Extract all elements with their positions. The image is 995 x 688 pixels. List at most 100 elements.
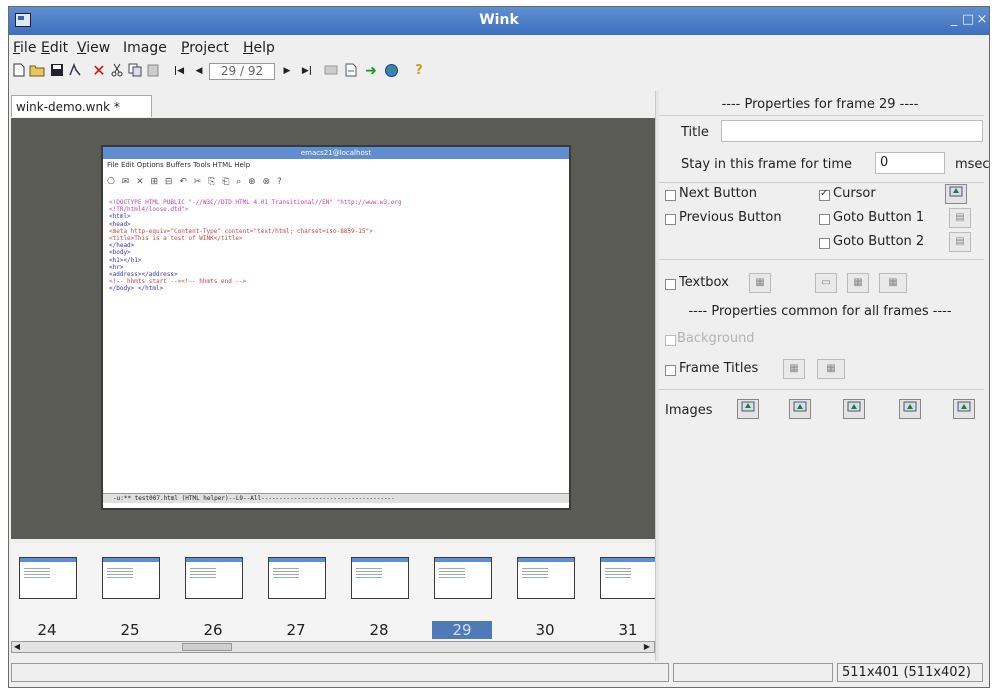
frame-number[interactable]: 28	[349, 621, 409, 639]
code-line: <!-- hhmts start --><!-- hhmts end -->	[109, 278, 247, 286]
toolbar: ✕ |◀ ◀ 29 / 92 ▶ ▶| ➜ ?	[9, 61, 989, 83]
scroll-right-arrow-icon[interactable]: ▶	[642, 642, 652, 652]
code-line: <!TR/html4/loose.dtd">	[109, 206, 189, 214]
captured-screen[interactable]: emacs21@localhost File Edit Options Buff…	[101, 145, 571, 510]
images-move-icon[interactable]	[843, 399, 865, 419]
new-file-icon[interactable]	[11, 63, 27, 79]
captured-toolbar: ⎔ ✉ ✕ ⊞ ⊟ ↶ ✂ ⎘ ⎗ ⌕ ⊕ ⊗ ?	[107, 177, 284, 187]
frame-number[interactable]: 29	[432, 621, 492, 639]
textbox-fill-icon[interactable]: ▦	[847, 273, 869, 293]
delete-icon[interactable]: ✕	[91, 63, 107, 79]
frame-number[interactable]: 27	[266, 621, 326, 639]
textbox-shape-icon[interactable]: ▭	[815, 273, 837, 293]
save-as-icon[interactable]	[67, 62, 83, 79]
tab-wink-demo[interactable]: wink-demo.wnk *	[11, 95, 152, 117]
title-input[interactable]	[721, 120, 983, 142]
menu-help-label: elp	[253, 40, 275, 56]
goto-button-2-checkbox[interactable]	[819, 238, 830, 249]
frame-titles-style-icon[interactable]: ▦	[817, 359, 845, 379]
last-frame-icon[interactable]: ▶|	[299, 63, 315, 79]
menu-view-label: iew	[86, 40, 111, 56]
frame-thumbnail[interactable]	[268, 557, 326, 599]
code-line: <title>This is a test of WINK</title>	[109, 235, 243, 243]
frame-thumbnail[interactable]	[102, 557, 160, 599]
menu-file[interactable]: File	[13, 40, 36, 56]
frame-number[interactable]: 26	[183, 621, 243, 639]
filmstrip-scrollbar[interactable]: ◀ ▶	[11, 641, 655, 653]
status-middle	[673, 663, 833, 682]
goto-1-image-icon[interactable]: ▤	[949, 208, 971, 228]
browser-globe-icon[interactable]	[383, 63, 399, 79]
menu-edit[interactable]: Edit	[41, 40, 68, 56]
menu-image[interactable]: Image	[123, 40, 167, 56]
stay-time-input[interactable]: 0	[875, 152, 945, 174]
images-label: Images	[665, 403, 713, 418]
textbox-color-icon[interactable]: ▦	[749, 273, 771, 293]
menu-view-mnemonic: V	[77, 40, 87, 56]
frame-number[interactable]: 25	[100, 621, 160, 639]
code-line: <h1></h1>	[109, 256, 142, 264]
open-folder-icon[interactable]	[29, 63, 45, 79]
scrollbar-thumb[interactable]	[182, 643, 232, 651]
minimize-button[interactable]: _	[947, 12, 961, 28]
pane-divider[interactable]	[655, 91, 659, 661]
menu-view[interactable]: View	[77, 40, 110, 56]
frame-number[interactable]: 31	[598, 621, 658, 639]
images-edit-icon[interactable]	[789, 399, 811, 419]
menu-file-label: ile	[20, 40, 37, 56]
code-line: <address></address>	[109, 271, 178, 279]
frame-thumbnail[interactable]	[185, 557, 243, 599]
goto-button-2-label: Goto Button 2	[833, 234, 925, 249]
export-page-icon[interactable]	[343, 63, 359, 79]
textbox-border-icon[interactable]: ▦	[879, 273, 907, 293]
images-copy-icon[interactable]	[899, 399, 921, 419]
frame-grid-icon[interactable]	[323, 63, 339, 79]
frame-number[interactable]: 24	[17, 621, 77, 639]
menu-image-label: Image	[123, 40, 167, 56]
common-properties-header: ---- Properties common for all frames --…	[688, 304, 952, 319]
frame-thumbnail[interactable]	[434, 557, 492, 599]
frame-titles-color-icon[interactable]: ▦	[783, 359, 805, 379]
copy-icon[interactable]	[127, 63, 143, 79]
cut-icon[interactable]	[109, 63, 125, 79]
paste-icon[interactable]	[145, 63, 161, 79]
status-bar: 511x401 (511x402)	[11, 663, 987, 683]
goto-button-1-checkbox[interactable]	[819, 214, 830, 225]
maximize-button[interactable]: □	[961, 12, 975, 28]
previous-frame-icon[interactable]: ◀	[191, 63, 207, 79]
status-message	[11, 663, 669, 682]
first-frame-icon[interactable]: |◀	[171, 63, 187, 79]
cursor-image-icon[interactable]	[945, 184, 967, 204]
cursor-checkbox[interactable]	[819, 188, 830, 201]
frame-thumbnail[interactable]	[19, 557, 77, 599]
cursor-label: Cursor	[833, 186, 876, 201]
render-arrow-icon[interactable]: ➜	[363, 63, 379, 79]
frame-counter[interactable]: 29 / 92	[209, 63, 275, 80]
captured-menu: File Edit Options Buffers Tools HTML Hel…	[107, 161, 251, 169]
images-add-icon[interactable]	[737, 399, 759, 419]
frame-number[interactable]: 30	[515, 621, 575, 639]
previous-button-checkbox[interactable]	[665, 214, 676, 225]
menu-project[interactable]: Project	[181, 40, 229, 56]
goto-2-image-icon[interactable]: ▤	[949, 232, 971, 252]
code-line: </body> </html>	[109, 285, 164, 293]
save-icon[interactable]	[49, 63, 65, 79]
help-hint-icon[interactable]: ?	[411, 63, 427, 79]
frame-thumbnail[interactable]	[600, 557, 658, 599]
background-checkbox[interactable]	[665, 335, 676, 346]
close-button[interactable]: ×	[975, 12, 989, 28]
next-button-checkbox[interactable]	[665, 190, 676, 201]
next-frame-icon[interactable]: ▶	[279, 63, 295, 79]
code-line: <hr>	[109, 263, 124, 271]
frame-thumbnail[interactable]	[351, 557, 409, 599]
menu-help[interactable]: Help	[243, 40, 275, 56]
code-line: <html>	[109, 213, 131, 221]
filmstrip: 24 25 26 27 28 29 30 31	[11, 543, 658, 643]
scroll-left-arrow-icon[interactable]: ◀	[12, 642, 22, 652]
frame-thumbnail[interactable]	[517, 557, 575, 599]
images-delete-icon[interactable]	[953, 399, 975, 419]
frame-titles-checkbox[interactable]	[665, 365, 676, 376]
textbox-checkbox[interactable]	[665, 279, 676, 290]
menu-project-label: roject	[189, 40, 229, 56]
previous-button-label: Previous Button	[679, 210, 782, 225]
